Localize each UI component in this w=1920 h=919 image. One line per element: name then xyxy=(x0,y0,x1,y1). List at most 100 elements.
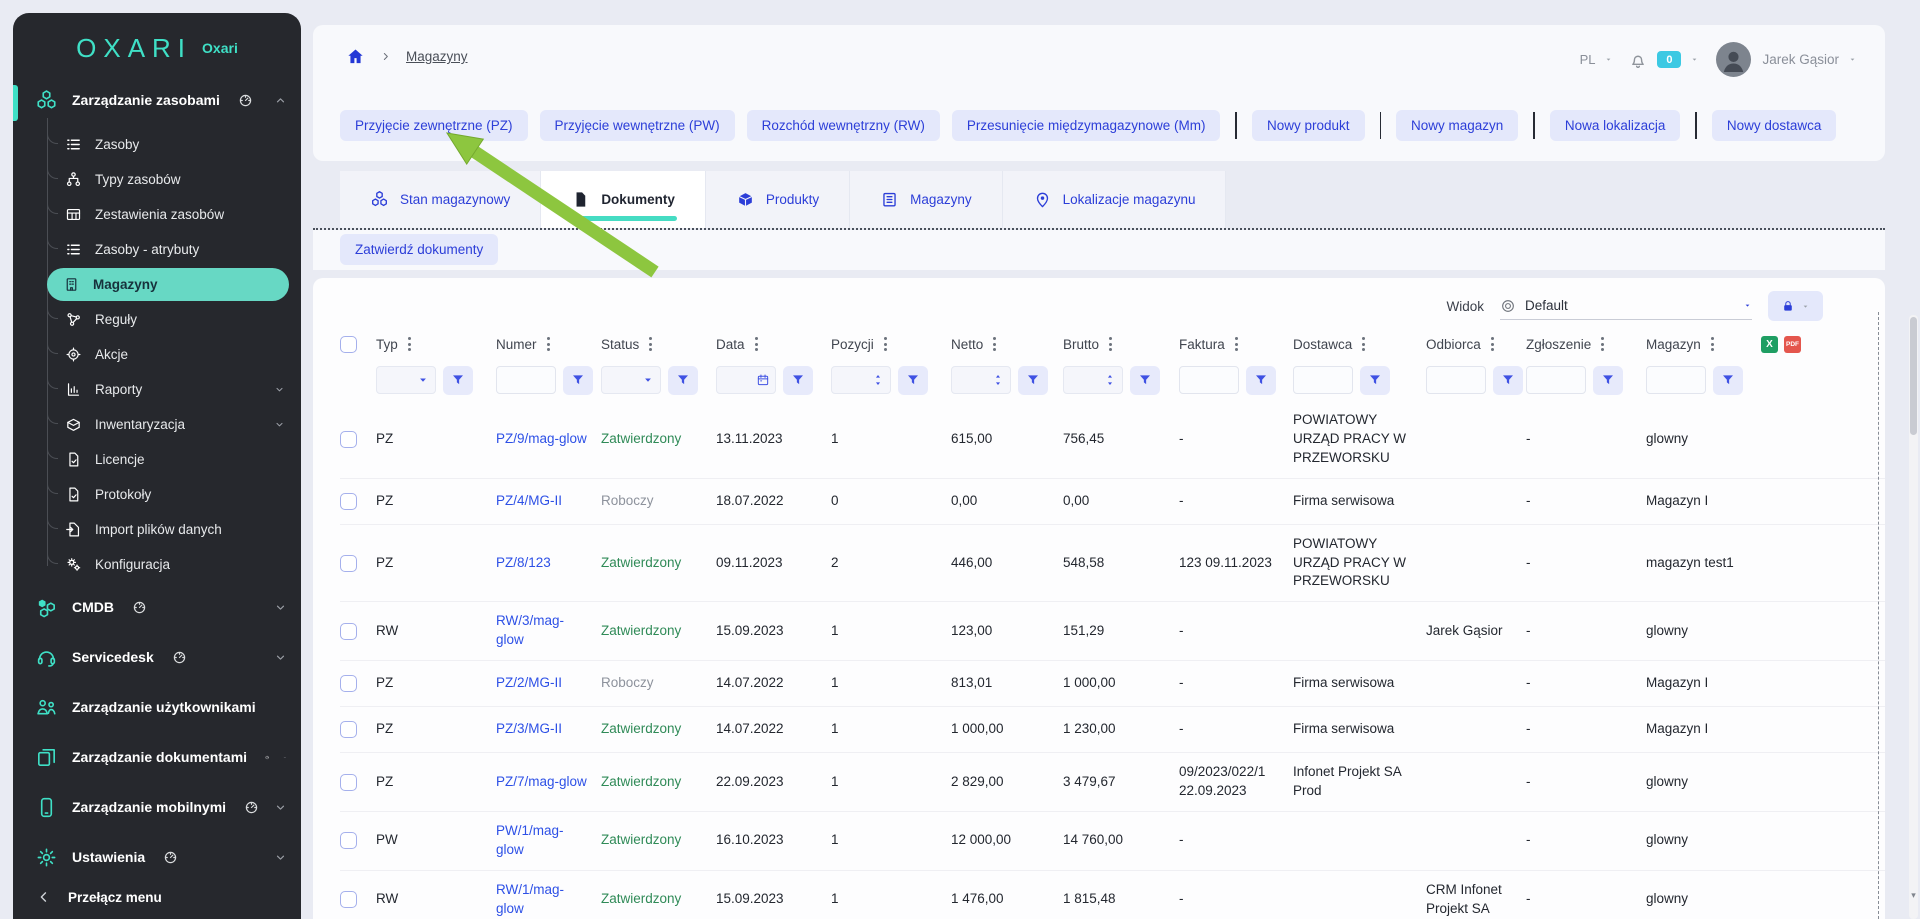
column-menu-icon[interactable] xyxy=(991,335,998,353)
action-button-nowy-magazyn[interactable]: Nowy magazyn xyxy=(1396,110,1518,141)
column-menu-icon[interactable] xyxy=(1233,335,1240,353)
bell-icon[interactable] xyxy=(1628,50,1648,70)
column-menu-icon[interactable] xyxy=(647,335,654,353)
cell-numer[interactable]: PZ/7/mag-glow xyxy=(496,773,601,792)
funnel-icon[interactable] xyxy=(668,366,698,395)
cell-numer[interactable]: RW/1/mag-glow xyxy=(496,881,601,919)
cell-numer[interactable]: PZ/4/MG-II xyxy=(496,492,601,511)
chart-icon xyxy=(65,381,82,398)
cell-numer[interactable]: RW/3/mag-glow xyxy=(496,612,601,650)
lock-view-button[interactable] xyxy=(1768,291,1823,321)
filter-input-zgłoszenie[interactable] xyxy=(1526,366,1586,394)
excel-export-icon[interactable]: X xyxy=(1761,336,1778,353)
action-button-nowy-produkt[interactable]: Nowy produkt xyxy=(1252,110,1365,141)
cell-numer[interactable]: PZ/8/123 xyxy=(496,554,601,573)
row-checkbox[interactable] xyxy=(340,493,357,510)
sidebar-section-zarządzanie-mobilnymi[interactable]: Zarządzanie mobilnymi xyxy=(13,782,301,832)
tree-connector xyxy=(47,363,58,389)
funnel-icon[interactable] xyxy=(443,366,473,395)
tab-dokumenty[interactable]: Dokumenty xyxy=(541,171,706,228)
filter-input-netto[interactable] xyxy=(951,366,1011,394)
funnel-icon[interactable] xyxy=(1713,366,1743,395)
row-checkbox[interactable] xyxy=(340,623,357,640)
column-menu-icon[interactable] xyxy=(1599,335,1606,353)
column-menu-icon[interactable] xyxy=(753,335,760,353)
column-menu-icon[interactable] xyxy=(1107,335,1114,353)
filter-input-brutto[interactable] xyxy=(1063,366,1123,394)
column-menu-icon[interactable] xyxy=(1360,335,1367,353)
tab-stan-magazynowy[interactable]: Stan magazynowy xyxy=(340,171,541,228)
caret-down-icon[interactable] xyxy=(1848,55,1857,64)
home-icon[interactable] xyxy=(346,47,365,66)
sidebar-section-zarządzanie-dokumentami[interactable]: Zarządzanie dokumentami xyxy=(13,732,301,782)
column-menu-icon[interactable] xyxy=(882,335,889,353)
filter-input-data[interactable] xyxy=(716,366,776,394)
scrollbar-thumb[interactable] xyxy=(1910,317,1917,435)
filter-input-typ[interactable] xyxy=(376,366,436,394)
filter-input-magazyn[interactable] xyxy=(1646,366,1706,394)
funnel-icon[interactable] xyxy=(783,366,813,395)
select-all-checkbox[interactable] xyxy=(340,336,357,353)
menu-toggle-button[interactable]: Przełącz menu xyxy=(13,875,301,919)
action-button-nowa-lokalizacja[interactable]: Nowa lokalizacja xyxy=(1550,110,1681,141)
funnel-icon[interactable] xyxy=(1130,366,1160,395)
action-button-przesunięcie-międzymagazynowe-mm[interactable]: Przesunięcie międzymagazynowe (Mm) xyxy=(952,110,1221,141)
sidebar-section-cmdb[interactable]: CMDB xyxy=(13,582,301,632)
tab-magazyny[interactable]: Magazyny xyxy=(850,171,1003,228)
funnel-icon[interactable] xyxy=(1246,366,1276,395)
sidebar-item-magazyny[interactable]: Magazyny xyxy=(47,268,289,301)
approve-documents-button[interactable]: Zatwierdź dokumenty xyxy=(340,234,498,265)
column-menu-icon[interactable] xyxy=(1489,335,1496,353)
filter-input-status[interactable] xyxy=(601,366,661,394)
cell-numer[interactable]: PW/1/mag-glow xyxy=(496,822,601,860)
language-selector[interactable]: PL xyxy=(1580,52,1596,67)
funnel-icon[interactable] xyxy=(1018,366,1048,395)
avatar[interactable] xyxy=(1716,42,1751,77)
row-checkbox[interactable] xyxy=(340,891,357,908)
filter-input-faktura[interactable] xyxy=(1179,366,1239,394)
cell-magazyn: glowny xyxy=(1646,890,1761,909)
funnel-icon[interactable] xyxy=(898,366,928,395)
tab-lokalizacje-magazynu[interactable]: Lokalizacje magazynu xyxy=(1003,171,1227,228)
cell-pozycji: 1 xyxy=(831,890,951,909)
row-checkbox[interactable] xyxy=(340,832,357,849)
tab-produkty[interactable]: Produkty xyxy=(706,171,850,228)
funnel-icon[interactable] xyxy=(1593,366,1623,395)
cell-numer[interactable]: PZ/2/MG-II xyxy=(496,674,601,693)
notification-badge[interactable]: 0 xyxy=(1657,51,1681,68)
action-button-rozchód-wewnętrzny-rw[interactable]: Rozchód wewnętrzny (RW) xyxy=(747,110,940,141)
filter-input-pozycji[interactable] xyxy=(831,366,891,394)
column-menu-icon[interactable] xyxy=(545,335,552,353)
column-header-pozycji: Pozycji xyxy=(831,335,951,353)
row-checkbox[interactable] xyxy=(340,774,357,791)
funnel-icon[interactable] xyxy=(1360,366,1390,395)
action-button-przyjęcie-zewnętrzne-pz[interactable]: Przyjęcie zewnętrzne (PZ) xyxy=(340,110,528,141)
cell-numer[interactable]: PZ/3/MG-II xyxy=(496,720,601,739)
cell-numer[interactable]: PZ/9/mag-glow xyxy=(496,430,601,449)
action-button-nowy-dostawca[interactable]: Nowy dostawca xyxy=(1712,110,1837,141)
row-checkbox[interactable] xyxy=(340,555,357,572)
filter-input-numer[interactable] xyxy=(496,366,556,394)
action-button-przyjęcie-wewnętrzne-pw[interactable]: Przyjęcie wewnętrzne (PW) xyxy=(540,110,735,141)
pdf-export-icon[interactable]: PDF xyxy=(1784,336,1801,353)
scrollbar-down-arrow[interactable]: ▾ xyxy=(1909,890,1918,901)
filter-input-dostawca[interactable] xyxy=(1293,366,1353,394)
column-menu-icon[interactable] xyxy=(406,335,413,353)
breadcrumb-current[interactable]: Magazyny xyxy=(406,49,468,64)
sidebar-item-zasoby-atrybuty[interactable]: Zasoby - atrybuty xyxy=(13,232,301,267)
view-select[interactable]: Default xyxy=(1500,292,1752,320)
sidebar-item-konfiguracja[interactable]: Konfiguracja xyxy=(13,547,301,582)
row-checkbox[interactable] xyxy=(340,431,357,448)
vertical-scrollbar[interactable]: ▾ xyxy=(1909,315,1918,919)
cell-dostawca: Firma serwisowa xyxy=(1293,720,1426,739)
column-menu-icon[interactable] xyxy=(1709,335,1716,353)
row-checkbox[interactable] xyxy=(340,721,357,738)
sidebar-section-servicedesk[interactable]: Servicedesk xyxy=(13,632,301,682)
cell-magazyn: Magazyn I xyxy=(1646,720,1761,739)
funnel-icon[interactable] xyxy=(563,366,593,395)
table-row: PZPZ/3/MG-IIZatwierdzony14.07.202211 000… xyxy=(340,707,1885,753)
row-checkbox[interactable] xyxy=(340,675,357,692)
funnel-icon[interactable] xyxy=(1493,366,1523,395)
sidebar-section-zarządzanie-użytkownikami[interactable]: Zarządzanie użytkownikami xyxy=(13,682,301,732)
filter-input-odbiorca[interactable] xyxy=(1426,366,1486,394)
